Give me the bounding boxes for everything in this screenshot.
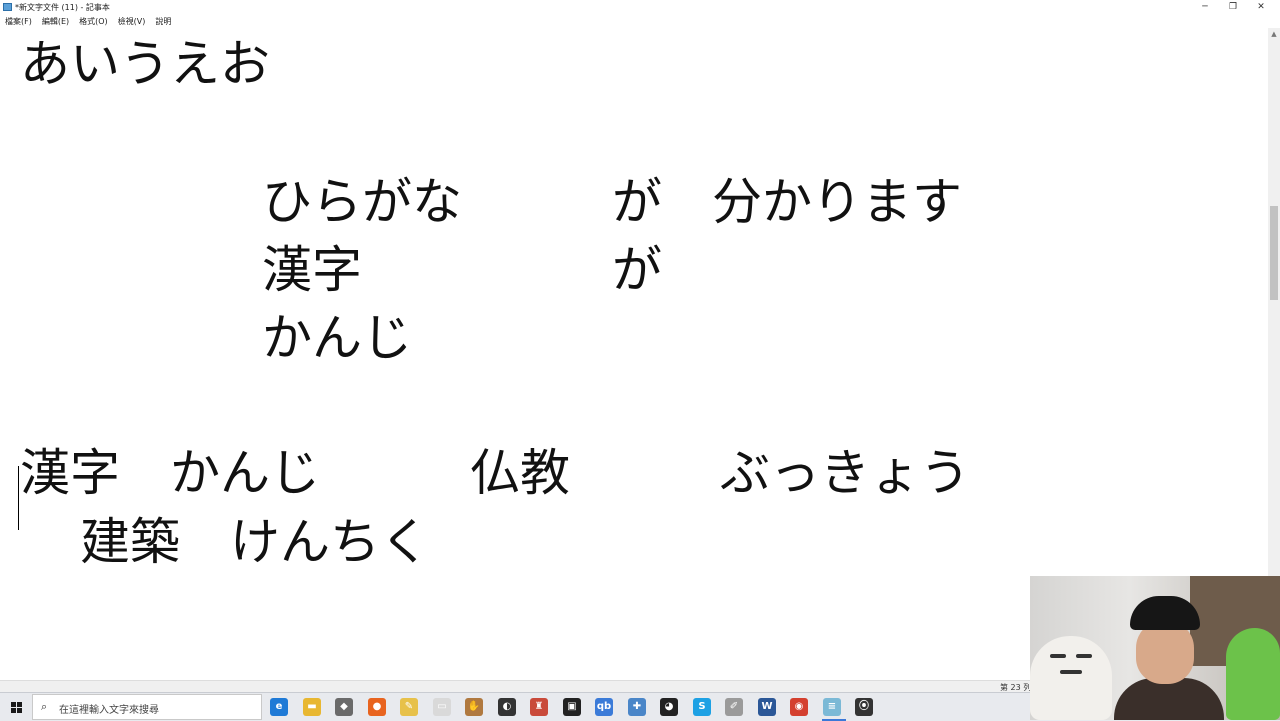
obs-icon[interactable]: ⦿ [855,698,873,716]
start-button[interactable] [0,693,32,721]
window-title: *新文字文件 (11) - 記事本 [15,3,110,12]
notepad-app-icon [3,3,12,11]
app-icon-13[interactable]: ◕ [660,698,678,716]
windows-logo-icon [10,701,22,713]
text-line-6: 建築 けんちく [30,513,430,571]
word-icon[interactable]: W [758,698,776,716]
text-cursor [18,466,19,530]
tiger-plush-toy [1030,636,1112,720]
app-icon-15[interactable]: ✐ [725,698,743,716]
menu-help[interactable]: 說明 [150,14,176,28]
text-line-2: ひらがな が 分かります [262,173,962,231]
app-icon-3[interactable]: ◆ [335,698,353,716]
line-icon[interactable]: ▣ [563,698,581,716]
menu-file[interactable]: 檔案(F) [0,14,37,28]
menu-bar: 檔案(F) 編輯(E) 格式(O) 檢視(V) 說明 [0,14,1280,28]
app-icon-8[interactable]: ◐ [498,698,516,716]
edge-icon[interactable]: e [270,698,288,716]
firefox-icon[interactable]: ● [368,698,386,716]
file-explorer-icon[interactable]: ▬ [303,698,321,716]
search-icon: ⌕ [41,700,48,713]
app-icon-12[interactable]: ✚ [628,698,646,716]
text-line-5: 漢字 かんじ 仏教 ぶっきょう [20,444,970,502]
app-icon-9[interactable]: ♜ [530,698,548,716]
close-button[interactable]: ✕ [1238,0,1280,14]
webcam-overlay [1030,576,1280,720]
title-bar: *新文字文件 (11) - 記事本 ─ ❐ ✕ [0,0,1280,14]
skype-icon[interactable]: S [693,698,711,716]
app-icon-7[interactable]: ✋ [465,698,483,716]
text-line-4: かんじ [262,309,412,367]
app-icon-5[interactable]: ✎ [400,698,418,716]
search-placeholder: 在這裡輸入文字來搜尋 [59,705,159,716]
document-icon[interactable]: ▭ [433,698,451,716]
menu-view[interactable]: 檢視(V) [113,14,151,28]
app-icon-11[interactable]: qb [595,698,613,716]
notepad-icon[interactable]: ≡ [823,698,841,716]
text-line-1: あいうえお [20,35,270,93]
taskbar-search-box[interactable]: ⌕ 在這裡輸入文字來搜尋 [32,694,262,720]
menu-format[interactable]: 格式(O) [74,14,113,28]
menu-edit[interactable]: 編輯(E) [37,14,74,28]
text-line-3: 漢字 が [262,241,662,299]
scrollbar-thumb[interactable] [1270,206,1278,300]
chrome-icon[interactable]: ◉ [790,698,808,716]
dinosaur-plush-toy [1226,628,1280,720]
scroll-up-arrow-icon[interactable]: ▲ [1268,28,1280,40]
